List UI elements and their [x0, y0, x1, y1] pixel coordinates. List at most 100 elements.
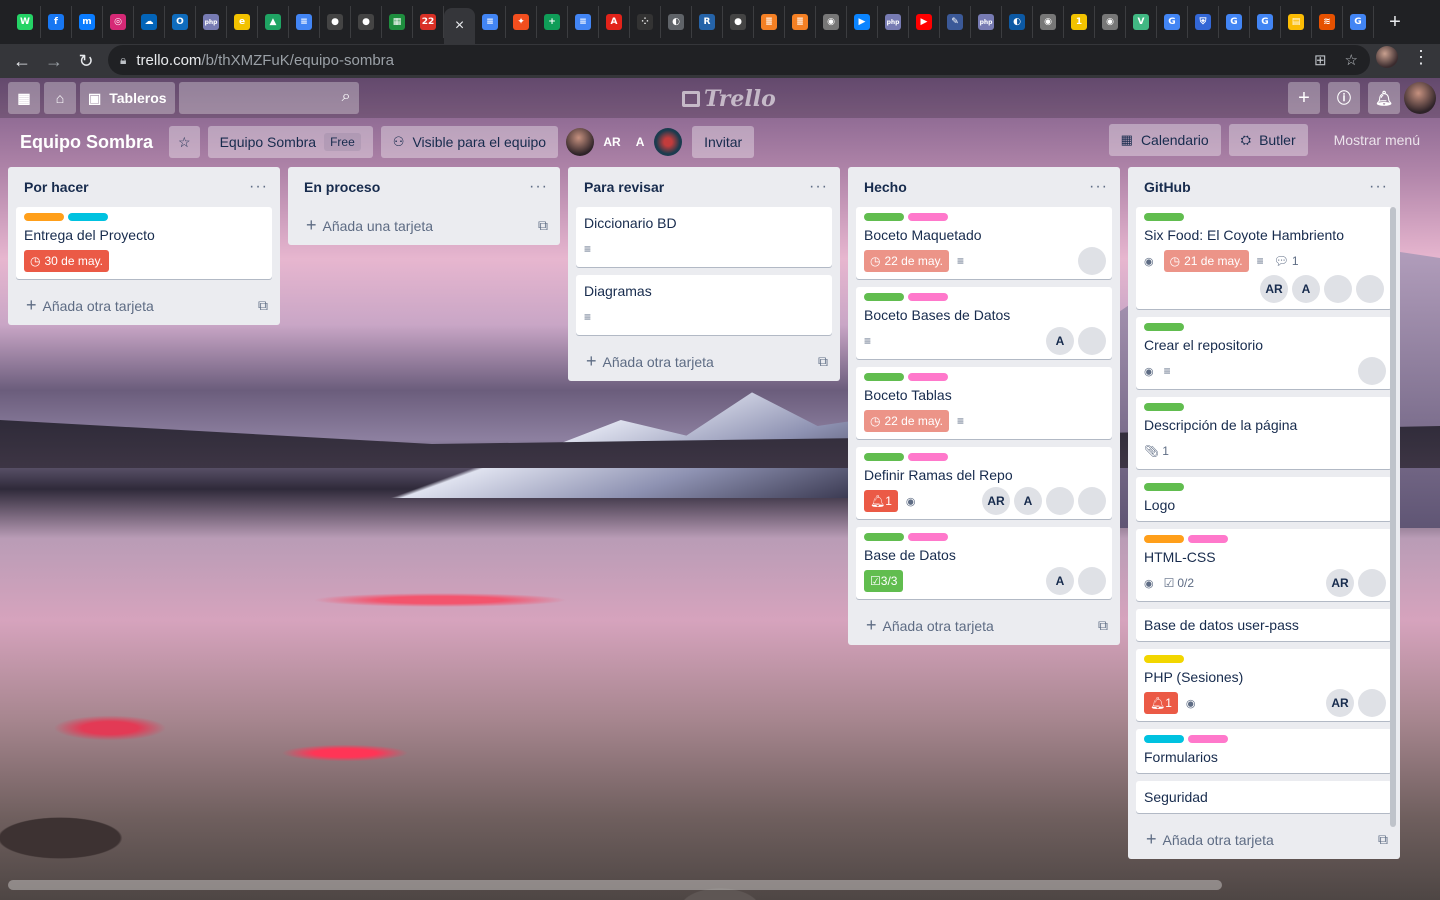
search-input[interactable]: ⌕ — [178, 82, 359, 114]
card[interactable]: Diccionario BD ≡ — [576, 207, 832, 267]
list-menu-icon[interactable]: ··· — [249, 178, 268, 196]
browser-tab[interactable]: + — [537, 6, 568, 38]
member-avatar[interactable] — [1358, 357, 1386, 385]
card[interactable]: Base de Datos ☑ 3/3 A — [856, 527, 1112, 599]
card-label[interactable] — [908, 453, 948, 461]
list-header[interactable]: Hecho ··· — [848, 167, 1120, 207]
browser-tab[interactable]: O — [165, 6, 196, 38]
invite-button[interactable]: Invitar — [692, 126, 755, 158]
card-label[interactable] — [1144, 655, 1184, 663]
member-avatar[interactable] — [654, 128, 683, 156]
back-icon[interactable]: ← — [6, 45, 38, 77]
member-avatar[interactable] — [1358, 689, 1386, 717]
browser-tab[interactable]: ▶ — [909, 6, 940, 38]
card[interactable]: Base de datos user-pass — [1136, 609, 1392, 641]
card-label[interactable] — [1144, 323, 1184, 331]
card-label[interactable] — [1144, 213, 1184, 221]
card[interactable]: Boceto Maquetado ◷ 22 de may. ≡ — [856, 207, 1112, 279]
member-initials[interactable]: A — [1292, 275, 1320, 303]
info-button[interactable]: ⓘ — [1328, 82, 1360, 114]
list-menu-icon[interactable]: ··· — [1369, 178, 1388, 196]
boards-button[interactable]: ▣ Tableros — [80, 82, 175, 114]
trello-logo[interactable]: Trello — [682, 86, 776, 112]
new-tab-button[interactable]: + — [1380, 7, 1410, 37]
browser-tab[interactable]: G — [1157, 6, 1188, 38]
card-label[interactable] — [1144, 403, 1184, 411]
browser-tab[interactable]: ≡ — [475, 6, 506, 38]
browser-tab-active[interactable]: × — [444, 8, 475, 44]
list-header[interactable]: GitHub ··· — [1128, 167, 1400, 207]
list-menu-icon[interactable]: ··· — [809, 178, 828, 196]
member-initials[interactable]: AR — [982, 487, 1010, 515]
template-icon[interactable]: ⧉ — [818, 353, 828, 370]
browser-tab[interactable]: G — [1343, 6, 1374, 38]
browser-tab[interactable]: ◎ — [103, 6, 134, 38]
card[interactable]: Entrega del Proyecto ◷ 30 de may. — [16, 207, 272, 279]
browser-tab[interactable]: ⁘ — [630, 6, 661, 38]
translate-icon[interactable]: ⊞ — [1314, 51, 1327, 69]
list-title[interactable]: Hecho — [864, 179, 907, 195]
browser-tab[interactable]: e — [227, 6, 258, 38]
board-title[interactable]: Equipo Sombra — [20, 132, 153, 153]
card-label[interactable] — [908, 373, 948, 381]
browser-tab[interactable]: f — [41, 6, 72, 38]
list-title[interactable]: Por hacer — [24, 179, 89, 195]
browser-tab[interactable]: ✎ — [940, 6, 971, 38]
browser-tab[interactable]: ≡ — [289, 6, 320, 38]
card-label[interactable] — [908, 293, 948, 301]
member-avatar[interactable] — [1358, 569, 1386, 597]
list-title[interactable]: Para revisar — [584, 179, 664, 195]
card-label[interactable] — [24, 213, 64, 221]
browser-tab[interactable]: php — [971, 6, 1002, 38]
apps-button[interactable]: ▦ — [8, 82, 40, 114]
browser-tab[interactable]: ◐ — [1002, 6, 1033, 38]
card[interactable]: Definir Ramas del Repo 🔔︎ 1 ◉ AR A — [856, 447, 1112, 519]
card-label[interactable] — [68, 213, 108, 221]
browser-tab[interactable]: ● — [351, 6, 382, 38]
browser-tab[interactable]: G — [1250, 6, 1281, 38]
list-title[interactable]: En proceso — [304, 179, 380, 195]
reload-icon[interactable]: ↻ — [70, 45, 102, 77]
card-label[interactable] — [1188, 535, 1228, 543]
member-initials[interactable]: AR — [1326, 689, 1354, 717]
card[interactable]: Boceto Tablas ◷ 22 de may. ≡ — [856, 367, 1112, 439]
list-menu-icon[interactable]: ··· — [529, 178, 548, 196]
browser-tab[interactable]: V — [1126, 6, 1157, 38]
list-title[interactable]: GitHub — [1144, 179, 1191, 195]
card-label[interactable] — [864, 373, 904, 381]
browser-tab[interactable]: R — [692, 6, 723, 38]
browser-tab[interactable]: ▤ — [1281, 6, 1312, 38]
card-label[interactable] — [908, 213, 948, 221]
browser-tab[interactable]: ▦ — [382, 6, 413, 38]
member-avatar[interactable] — [1356, 275, 1384, 303]
card[interactable]: Diagramas ≡ — [576, 275, 832, 335]
card[interactable]: Formularios — [1136, 729, 1392, 773]
notifications-button[interactable]: 🔔︎ — [1368, 82, 1400, 114]
card-label[interactable] — [1144, 535, 1184, 543]
member-initials[interactable]: AR — [1326, 569, 1354, 597]
browser-tab[interactable]: ● — [723, 6, 754, 38]
browser-tab[interactable]: ▶ — [847, 6, 878, 38]
card[interactable]: PHP (Sesiones) 🔔︎ 1 ◉ AR — [1136, 649, 1392, 721]
browser-tab[interactable]: ≣ — [754, 6, 785, 38]
member-initials[interactable]: AR — [1260, 275, 1288, 303]
browser-tab[interactable]: ▲ — [258, 6, 289, 38]
card[interactable]: Crear el repositorio ◉ ≡ — [1136, 317, 1392, 389]
visibility-button[interactable]: ⚇ Visible para el equipo — [380, 126, 559, 158]
browser-tab[interactable]: ◉ — [1033, 6, 1064, 38]
list-scrollbar[interactable] — [1390, 207, 1396, 827]
browser-tab[interactable]: W — [10, 6, 41, 38]
calendar-button[interactable]: ▦ Calendario — [1108, 124, 1221, 156]
team-button[interactable]: Equipo Sombra Free — [207, 126, 373, 158]
template-icon[interactable]: ⧉ — [538, 217, 548, 234]
list-header[interactable]: Por hacer ··· — [8, 167, 280, 207]
due-date-badge[interactable]: ◷ 30 de may. — [24, 250, 109, 272]
add-card-button[interactable]: + Añada una tarjeta ⧉ — [288, 207, 560, 243]
menu-kebab-icon[interactable]: ⋮ — [1412, 47, 1430, 68]
user-avatar[interactable] — [1404, 82, 1436, 114]
member-initials[interactable]: A — [1046, 567, 1074, 595]
browser-tab[interactable]: ⛨ — [1188, 6, 1219, 38]
card-label[interactable] — [1188, 735, 1228, 743]
due-date-badge[interactable]: ◷ 21 de may. — [1163, 250, 1249, 272]
card[interactable]: Seguridad — [1136, 781, 1392, 813]
